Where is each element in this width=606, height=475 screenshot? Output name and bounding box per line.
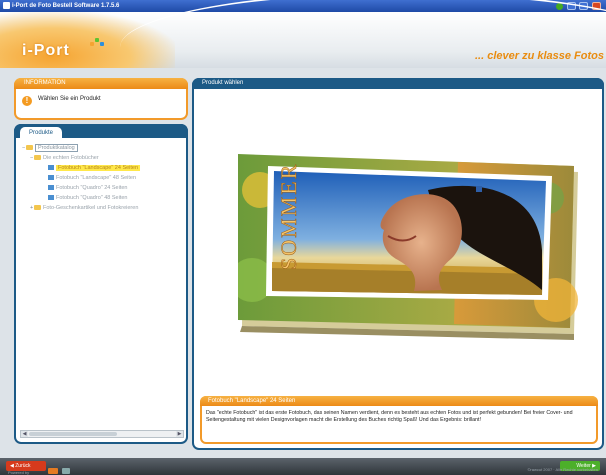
product-description-box: Fotobuch "Landscape" 24 Seiten Das "echt… — [200, 396, 598, 444]
book-cover-title: SOMMER — [276, 163, 301, 270]
scroll-thumb[interactable] — [29, 432, 117, 436]
photobook-icon — [48, 195, 54, 201]
info-icon: ! — [22, 96, 32, 106]
app-logo: i-Port — [22, 38, 104, 60]
product-description-text: Das "echte Fotobuch" ist das erste Fotob… — [206, 410, 573, 424]
logo-dots-icon — [90, 36, 104, 48]
horizontal-scrollbar[interactable]: ◀ ▶ — [20, 430, 184, 438]
tree-item[interactable]: Fotobuch "Quadro" 24 Seiten — [48, 184, 127, 192]
bottom-bar: ◀ Zurück Weiter ▶ — [0, 458, 606, 475]
products-panel: Produkte − Produktkatalog − Die echten Fot… — [14, 124, 188, 444]
photobook-icon — [48, 185, 54, 191]
tab-products[interactable]: Produkte — [20, 127, 62, 139]
scroll-right-icon[interactable]: ▶ — [176, 431, 183, 437]
window-title: i-Port de Foto Bestell Software 1.7.5.6 — [12, 3, 120, 9]
tree-item[interactable]: Fotobuch "Landscape" 48 Seiten — [48, 174, 136, 182]
product-description-title: Fotobuch "Landscape" 24 Seiten — [200, 396, 598, 406]
copyright-label: ©rawcut 2007 · Alle Rechte vorbehalten — [527, 467, 598, 472]
powered-by-label: Powered by — [8, 470, 30, 475]
information-panel: INFORMATION ! Wählen Sie ein Produkt — [14, 78, 188, 120]
folder-icon — [34, 155, 41, 161]
product-view-panel: Produkt wählen SOMMER Fotobuch "Landscap… — [192, 78, 604, 450]
header-banner: i-Port ... clever zu klasse Fotos — [0, 12, 606, 68]
tree-item[interactable]: Fotobuch "Landscape" 24 Seiten — [48, 164, 141, 172]
photobook-image: SOMMER — [238, 154, 578, 340]
tree-node-group2[interactable]: + Foto-Geschenkartikel und Fotokreieren — [30, 204, 138, 212]
information-panel-title: INFORMATION — [14, 78, 188, 89]
tree-node-group1[interactable]: − Die echten Fotobücher — [30, 154, 99, 162]
tree-item[interactable]: Fotobuch "Quadro" 48 Seiten — [48, 194, 127, 202]
information-message: Wählen Sie ein Produkt — [38, 96, 101, 102]
partner-logo-icon — [48, 468, 58, 474]
folder-icon — [26, 145, 33, 151]
photobook-icon — [48, 175, 54, 181]
slogan: ... clever zu klasse Fotos — [474, 50, 604, 62]
product-view-title: Produkt wählen — [192, 78, 604, 89]
app-window: i-Port de Foto Bestell Software 1.7.5.6 … — [0, 0, 606, 475]
folder-icon — [34, 205, 41, 211]
app-icon — [3, 2, 10, 9]
tree-node-root[interactable]: − Produktkatalog — [22, 144, 78, 152]
partner-logo-icon — [62, 468, 70, 474]
scroll-left-icon[interactable]: ◀ — [21, 431, 28, 437]
photobook-icon — [48, 165, 54, 171]
